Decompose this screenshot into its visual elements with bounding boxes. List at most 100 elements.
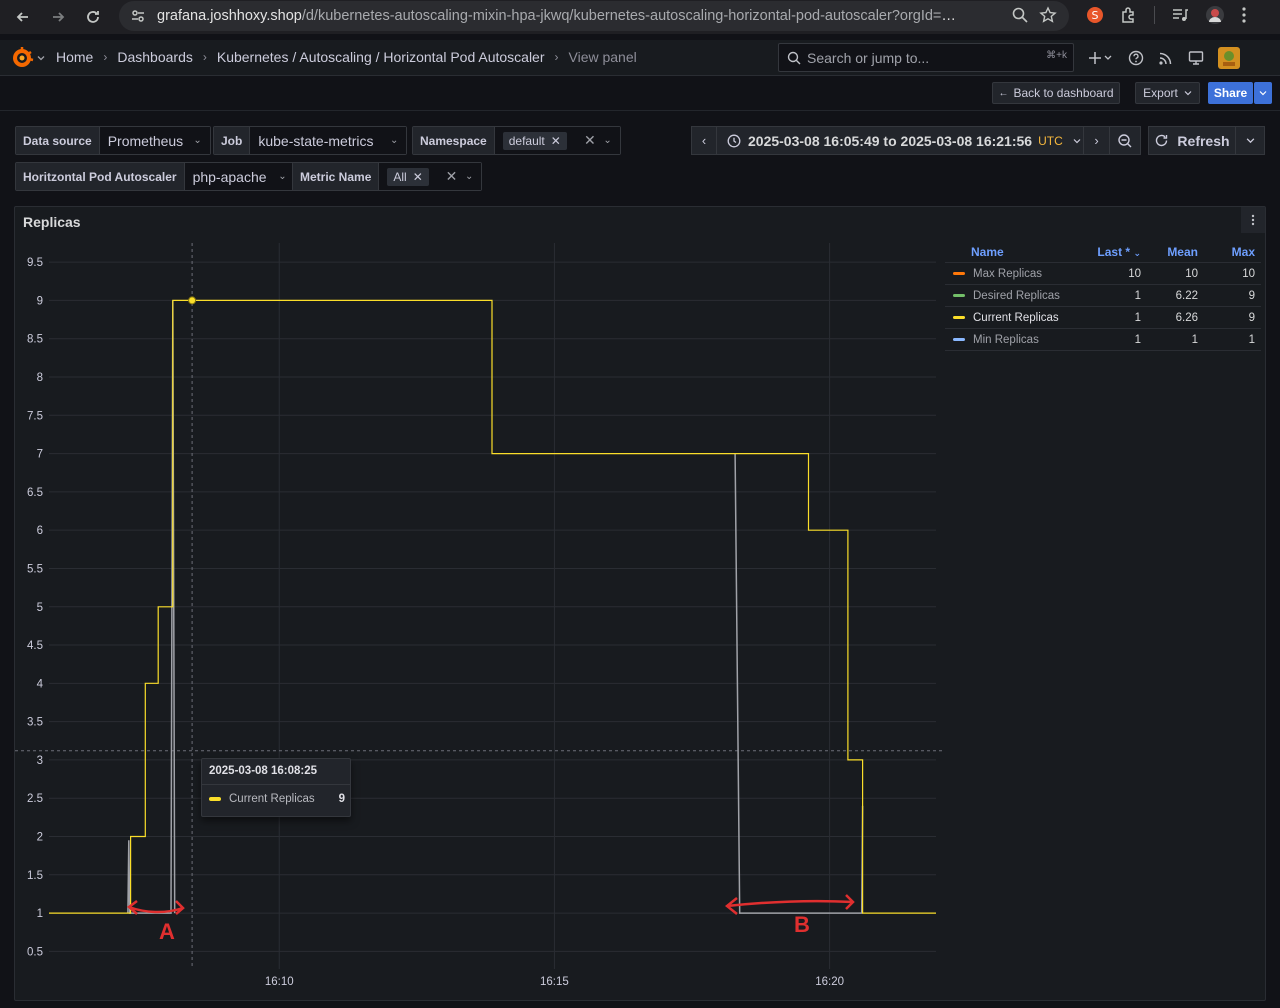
chevron-down-icon: ⌄: [464, 171, 474, 182]
datasource-select[interactable]: Prometheus ⌄: [99, 127, 210, 154]
chip-remove-icon[interactable]: ✕: [413, 170, 423, 184]
breadcrumb-separator-icon: ›: [103, 50, 108, 64]
breadcrumb-dashboards[interactable]: Dashboards: [117, 49, 193, 65]
refresh-button[interactable]: Refresh: [1148, 126, 1236, 155]
hpa-select[interactable]: php-apache ⌄: [184, 163, 295, 190]
url-text: grafana.joshhoxy.shop/d/kubernetes-autos…: [157, 8, 956, 24]
back-arrow-small-icon: ←: [998, 87, 1009, 99]
back-arrow-icon[interactable]: [11, 5, 35, 29]
refresh-interval-button[interactable]: [1235, 126, 1265, 155]
share-button[interactable]: Share: [1208, 82, 1253, 104]
breadcrumb-home[interactable]: Home: [56, 49, 93, 65]
zoom-icon[interactable]: [1011, 6, 1029, 24]
legend-mean-value: 1: [1191, 333, 1198, 346]
metric-select[interactable]: All ✕ ✕ ⌄: [379, 163, 482, 190]
add-plus-icon[interactable]: [1088, 50, 1114, 66]
legend-header-max[interactable]: Max: [1204, 245, 1261, 259]
reload-icon[interactable]: [81, 5, 105, 29]
chip-remove-icon[interactable]: ✕: [551, 134, 561, 148]
chevron-down-icon: [37, 56, 45, 61]
grafana-logo-icon: [13, 47, 34, 67]
search-icon: [787, 51, 801, 64]
tooltip-swatch: [209, 797, 221, 801]
annotation-arrow-b: [726, 899, 854, 908]
legend-last-value: 10: [1128, 267, 1141, 280]
chevron-left-icon: ‹: [701, 133, 707, 148]
legend-row[interactable]: Desired Replicas 1 6.22 9: [945, 285, 1261, 307]
y-tick-label: 4.5: [27, 640, 43, 652]
news-rss-icon[interactable]: [1158, 50, 1174, 66]
help-icon[interactable]: [1128, 50, 1144, 66]
y-tick-label: 9: [37, 295, 43, 307]
replicas-time-series-chart[interactable]: 0.5 1 1.5 2 2.5 3 3.5 4 4.5 5 5.5 6 6.5 7 7.5 8 8.5 9 9.5 1…: [15, 207, 945, 997]
legend-mean-value: 10: [1185, 267, 1198, 280]
export-button[interactable]: Export: [1135, 82, 1200, 104]
legend-row[interactable]: Min Replicas 1 1 1: [945, 329, 1261, 351]
export-label: Export: [1143, 86, 1178, 100]
extension-s-icon[interactable]: S: [1086, 6, 1104, 24]
breadcrumb-separator-icon: ›: [202, 50, 207, 64]
back-to-dashboard-button[interactable]: ← Back to dashboard: [992, 82, 1120, 104]
url-host: grafana.joshhoxy.shop: [157, 8, 302, 24]
clear-icon[interactable]: ✕: [446, 168, 458, 185]
chevron-down-icon: ⌄: [603, 135, 612, 146]
address-bar[interactable]: grafana.joshhoxy.shop/d/kubernetes-autos…: [119, 1, 1069, 31]
datasource-value: Prometheus: [107, 132, 184, 149]
time-forward-button[interactable]: ›: [1083, 126, 1110, 155]
y-tick-label: 6.5: [27, 487, 43, 499]
share-menu-button[interactable]: [1254, 82, 1272, 104]
legend-series-label: Min Replicas: [973, 333, 1039, 346]
clear-icon[interactable]: ✕: [584, 132, 596, 149]
search-placeholder: Search or jump to...: [807, 49, 930, 66]
zoom-out-button[interactable]: [1109, 126, 1141, 155]
job-value: kube-state-metrics: [258, 132, 374, 149]
chevron-down-icon: ⌄: [193, 135, 202, 146]
legend-header-last-label: Last *: [1097, 244, 1131, 259]
toolbar-divider: [1154, 6, 1155, 24]
legend-header-name[interactable]: Name: [945, 245, 1085, 259]
site-settings-icon[interactable]: [129, 7, 147, 25]
browser-menu-icon[interactable]: [1241, 6, 1247, 24]
profile-avatar-icon[interactable]: [1205, 5, 1225, 25]
bookmark-star-icon[interactable]: [1039, 6, 1057, 24]
legend-header-mean[interactable]: Mean: [1147, 245, 1204, 259]
y-tick-label: 8.5: [27, 334, 43, 346]
y-tick-label: 2: [37, 832, 43, 844]
legend-row[interactable]: Current Replicas 1 6.26 9: [945, 307, 1261, 329]
legend-row[interactable]: Max Replicas 10 10 10: [945, 263, 1261, 285]
time-range-picker[interactable]: 2025-03-08 16:05:49 to 2025-03-08 16:21:…: [716, 126, 1084, 155]
legend-max-value: 9: [1248, 311, 1255, 324]
forward-arrow-icon[interactable]: [46, 5, 70, 29]
legend-last-value: 1: [1134, 289, 1141, 302]
job-label: Job: [214, 127, 251, 154]
legend-header-last[interactable]: Last * ⌄: [1085, 245, 1147, 259]
breadcrumb-current: View panel: [568, 49, 637, 65]
metric-chip: All ✕: [387, 167, 429, 186]
svg-text:S: S: [1092, 9, 1099, 22]
metric-label: Metric Name: [293, 163, 380, 190]
time-back-button[interactable]: ‹: [691, 126, 717, 155]
back-to-dashboard-label: Back to dashboard: [1013, 86, 1114, 100]
panel-menu-button[interactable]: [1241, 207, 1265, 233]
breadcrumb-dashboard[interactable]: Kubernetes / Autoscaling / Horizontal Po…: [217, 49, 545, 65]
search-input[interactable]: Search or jump to... ⌘+k: [778, 43, 1074, 72]
namespace-select[interactable]: default ✕ ✕ ⌄: [494, 127, 620, 154]
tooltip-time: 2025-03-08 16:08:25: [209, 765, 318, 777]
legend-max-value: 1: [1248, 333, 1255, 346]
search-shortcut: ⌘+k: [1046, 50, 1067, 61]
legend-last-value: 1: [1134, 311, 1141, 324]
extensions-puzzle-icon[interactable]: [1120, 6, 1138, 24]
user-avatar-icon[interactable]: [1218, 47, 1240, 69]
chevron-right-icon: ›: [1094, 133, 1099, 148]
kiosk-display-icon[interactable]: [1188, 50, 1204, 66]
media-control-icon[interactable]: [1171, 6, 1189, 24]
y-tick-label: 1: [37, 908, 43, 920]
variable-hpa: Horitzontal Pod Autoscaler php-apache ⌄: [15, 162, 296, 191]
grafana-logo[interactable]: [10, 46, 46, 70]
hover-point: [188, 296, 197, 305]
job-select[interactable]: kube-state-metrics ⌄: [250, 127, 407, 154]
legend-swatch: [953, 316, 965, 319]
tooltip-divider: [202, 784, 350, 785]
hpa-value: php-apache: [192, 168, 267, 185]
breadcrumb: Home › Dashboards › Kubernetes / Autosca…: [56, 49, 637, 65]
